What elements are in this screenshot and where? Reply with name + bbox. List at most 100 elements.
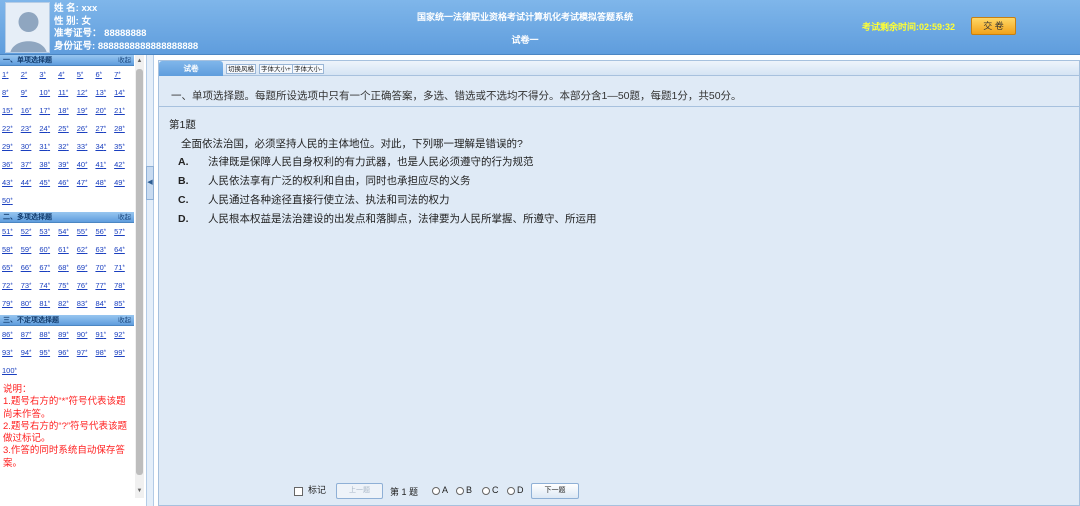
question-link[interactable]: 17* xyxy=(39,104,58,122)
scrollbar-thumb[interactable] xyxy=(136,69,143,475)
question-link[interactable]: 60* xyxy=(39,243,58,261)
question-link[interactable]: 75* xyxy=(58,279,77,297)
question-link[interactable]: 38* xyxy=(39,158,58,176)
question-link[interactable]: 30* xyxy=(21,140,40,158)
question-link[interactable]: 84* xyxy=(95,297,114,315)
question-link[interactable]: 97* xyxy=(77,346,96,364)
answer-radio-c[interactable] xyxy=(482,487,490,495)
question-link[interactable]: 56* xyxy=(95,225,114,243)
question-link[interactable]: 20* xyxy=(95,104,114,122)
question-link[interactable]: 82* xyxy=(58,297,77,315)
question-link[interactable]: 61* xyxy=(58,243,77,261)
collapse-section-button[interactable]: 收起 xyxy=(118,55,131,66)
question-link[interactable]: 31* xyxy=(39,140,58,158)
question-link[interactable]: 53* xyxy=(39,225,58,243)
question-link[interactable]: 81* xyxy=(39,297,58,315)
question-link[interactable]: 19* xyxy=(77,104,96,122)
question-link[interactable]: 36* xyxy=(2,158,21,176)
option-a[interactable]: A. 法律既是保障人民自身权利的有力武器，也是人民必须遵守的行为规范 xyxy=(178,154,534,169)
question-link[interactable]: 2* xyxy=(21,68,40,86)
question-link[interactable]: 5* xyxy=(77,68,96,86)
question-link[interactable]: 94* xyxy=(21,346,40,364)
question-link[interactable]: 6* xyxy=(95,68,114,86)
question-link[interactable]: 73* xyxy=(21,279,40,297)
question-link[interactable]: 22* xyxy=(2,122,21,140)
collapse-section-button[interactable]: 收起 xyxy=(118,212,131,223)
question-link[interactable]: 92* xyxy=(114,328,133,346)
question-link[interactable]: 50* xyxy=(2,194,21,212)
collapse-section-button[interactable]: 收起 xyxy=(118,315,131,326)
question-link[interactable]: 80* xyxy=(21,297,40,315)
submit-exam-button[interactable]: 交 卷 xyxy=(971,17,1016,35)
question-link[interactable]: 42* xyxy=(114,158,133,176)
question-link[interactable]: 91* xyxy=(95,328,114,346)
answer-radio-a[interactable] xyxy=(432,487,440,495)
question-link[interactable]: 28* xyxy=(114,122,133,140)
question-link[interactable]: 43* xyxy=(2,176,21,194)
question-link[interactable]: 51* xyxy=(2,225,21,243)
question-link[interactable]: 47* xyxy=(77,176,96,194)
question-link[interactable]: 70* xyxy=(95,261,114,279)
question-link[interactable]: 48* xyxy=(95,176,114,194)
question-link[interactable]: 8* xyxy=(2,86,21,104)
question-link[interactable]: 37* xyxy=(21,158,40,176)
collapse-sidebar-arrow-icon[interactable]: ◀ xyxy=(146,166,154,200)
question-link[interactable]: 46* xyxy=(58,176,77,194)
font-decrease-button[interactable]: 字体大小- xyxy=(292,64,325,74)
next-question-button[interactable]: 下一题 xyxy=(531,483,579,499)
question-link[interactable]: 35* xyxy=(114,140,133,158)
question-link[interactable]: 86* xyxy=(2,328,21,346)
question-link[interactable]: 21* xyxy=(114,104,133,122)
option-b[interactable]: B. 人民依法享有广泛的权利和自由，同时也承担应尽的义务 xyxy=(178,173,471,188)
question-link[interactable]: 9* xyxy=(21,86,40,104)
question-link[interactable]: 18* xyxy=(58,104,77,122)
prev-question-button[interactable]: 上一题 xyxy=(336,483,383,499)
question-link[interactable]: 11* xyxy=(58,86,77,104)
question-link[interactable]: 52* xyxy=(21,225,40,243)
question-link[interactable]: 95* xyxy=(39,346,58,364)
question-link[interactable]: 24* xyxy=(39,122,58,140)
panel-splitter[interactable] xyxy=(146,55,154,506)
question-link[interactable]: 45* xyxy=(39,176,58,194)
question-link[interactable]: 41* xyxy=(95,158,114,176)
option-d[interactable]: D. 人民根本权益是法治建设的出发点和落脚点，法律要为人民所掌握、所遵守、所运用 xyxy=(178,211,597,226)
question-link[interactable]: 26* xyxy=(77,122,96,140)
question-link[interactable]: 57* xyxy=(114,225,133,243)
question-link[interactable]: 79* xyxy=(2,297,21,315)
question-link[interactable]: 99* xyxy=(114,346,133,364)
question-link[interactable]: 27* xyxy=(95,122,114,140)
question-link[interactable]: 88* xyxy=(39,328,58,346)
question-link[interactable]: 23* xyxy=(21,122,40,140)
question-link[interactable]: 100* xyxy=(2,364,21,382)
question-link[interactable]: 7* xyxy=(114,68,133,86)
question-link[interactable]: 72* xyxy=(2,279,21,297)
question-link[interactable]: 40* xyxy=(77,158,96,176)
question-link[interactable]: 98* xyxy=(95,346,114,364)
question-link[interactable]: 15* xyxy=(2,104,21,122)
question-link[interactable]: 67* xyxy=(39,261,58,279)
question-link[interactable]: 69* xyxy=(77,261,96,279)
question-link[interactable]: 33* xyxy=(77,140,96,158)
question-link[interactable]: 64* xyxy=(114,243,133,261)
question-link[interactable]: 58* xyxy=(2,243,21,261)
question-link[interactable]: 77* xyxy=(95,279,114,297)
question-link[interactable]: 29* xyxy=(2,140,21,158)
question-link[interactable]: 13* xyxy=(95,86,114,104)
question-link[interactable]: 96* xyxy=(58,346,77,364)
question-link[interactable]: 71* xyxy=(114,261,133,279)
question-link[interactable]: 78* xyxy=(114,279,133,297)
question-link[interactable]: 1* xyxy=(2,68,21,86)
question-link[interactable]: 32* xyxy=(58,140,77,158)
question-link[interactable]: 49* xyxy=(114,176,133,194)
question-link[interactable]: 68* xyxy=(58,261,77,279)
question-link[interactable]: 39* xyxy=(58,158,77,176)
question-link[interactable]: 59* xyxy=(21,243,40,261)
question-link[interactable]: 3* xyxy=(39,68,58,86)
scroll-up-arrow-icon[interactable]: ▲ xyxy=(135,57,144,66)
mark-checkbox[interactable] xyxy=(294,487,303,496)
question-link[interactable]: 65* xyxy=(2,261,21,279)
question-link[interactable]: 90* xyxy=(77,328,96,346)
question-link[interactable]: 4* xyxy=(58,68,77,86)
scroll-down-arrow-icon[interactable]: ▼ xyxy=(135,487,144,496)
question-link[interactable]: 85* xyxy=(114,297,133,315)
